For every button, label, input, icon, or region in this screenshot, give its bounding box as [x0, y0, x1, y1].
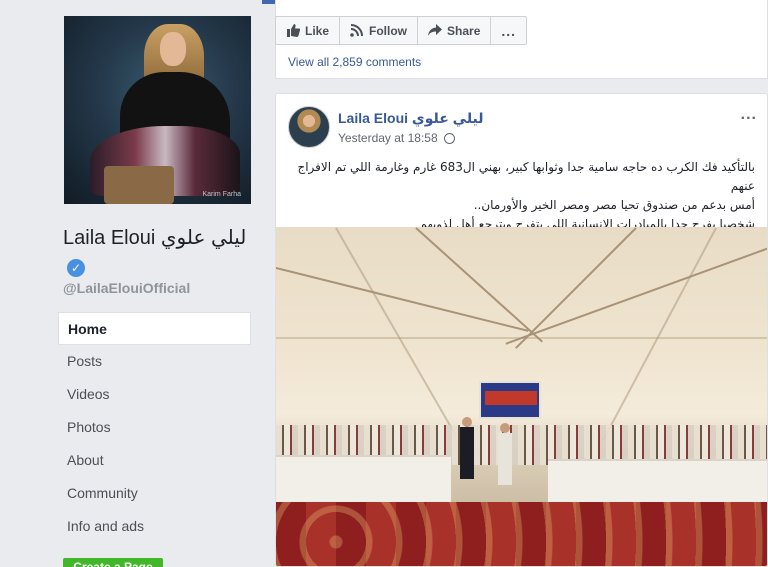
page-name[interactable]: Laila Eloui ليلي علوي ✓: [63, 224, 253, 282]
post-options-button[interactable]: ...: [741, 106, 757, 124]
post-text: بالتأكيد فك الكرب ده حاجه سامية جدا وثوا…: [286, 158, 755, 234]
post-text-line: أمس بدعم من صندوق تحيا مصر ومصر الخير وا…: [473, 198, 755, 212]
more-options-button[interactable]: ...: [490, 16, 528, 45]
nav-item-about[interactable]: About: [58, 444, 251, 477]
globe-icon: [443, 132, 455, 144]
verified-badge-icon: ✓: [67, 258, 85, 277]
view-all-comments-link[interactable]: View all 2,859 comments: [288, 55, 421, 69]
post-card: Laila Eloui ليلي علوي Yesterday at 18:58…: [275, 93, 768, 567]
author-avatar[interactable]: [288, 106, 330, 148]
page-nav: Home Posts Videos Photos About Community…: [58, 312, 251, 543]
share-arrow-icon: [428, 24, 443, 36]
page-name-text: Laila Eloui ليلي علوي: [63, 227, 247, 249]
nav-item-info-and-ads[interactable]: Info and ads: [58, 510, 251, 543]
page-handle[interactable]: @LailaElouiOfficial: [63, 280, 190, 296]
ellipsis-icon: ...: [501, 22, 517, 39]
like-label: Like: [305, 23, 330, 38]
follow-label: Follow: [369, 23, 408, 38]
table-left: [276, 455, 451, 505]
share-label: Share: [447, 23, 481, 38]
event-banner: [479, 381, 541, 419]
nav-item-photos[interactable]: Photos: [58, 411, 251, 444]
left-sidebar: Karim Farha Laila Eloui ليلي علوي ✓ @Lail…: [0, 0, 262, 567]
person: [460, 417, 474, 479]
share-button[interactable]: Share: [417, 16, 492, 45]
post-photo[interactable]: [276, 227, 767, 566]
like-button[interactable]: Like: [275, 16, 341, 45]
page-action-bar: Like Follow Share ...: [275, 16, 528, 45]
nav-item-videos[interactable]: Videos: [58, 378, 251, 411]
post-author[interactable]: Laila Eloui ليلي علوي: [338, 110, 484, 127]
post-text-line: بالتأكيد فك الكرب ده حاجه سامية جدا وثوا…: [297, 160, 755, 193]
nav-item-community[interactable]: Community: [58, 477, 251, 510]
profile-picture[interactable]: Karim Farha: [64, 16, 251, 204]
timestamp-text[interactable]: Yesterday at 18:58: [338, 131, 438, 145]
nav-item-posts[interactable]: Posts: [58, 345, 251, 378]
rss-icon: [350, 24, 364, 37]
person: [498, 423, 512, 485]
post-timestamp: Yesterday at 18:58: [338, 131, 455, 145]
carpet: [276, 502, 767, 566]
create-page-button[interactable]: Create a Page: [63, 558, 163, 567]
nav-item-home[interactable]: Home: [58, 312, 251, 345]
cover-watermark: Karim Farha: [202, 191, 241, 198]
follow-button[interactable]: Follow: [339, 16, 419, 45]
thumbs-up-icon: [287, 24, 300, 37]
